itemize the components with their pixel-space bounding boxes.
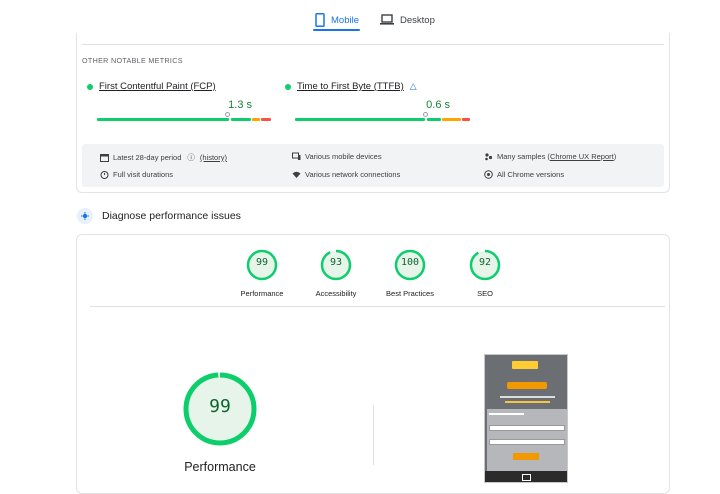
- samples-text: Many samples (: [497, 152, 550, 161]
- flask-icon: △: [409, 81, 417, 91]
- average-segment: [442, 118, 461, 121]
- users-icon: [485, 153, 493, 161]
- p75-marker: [225, 112, 230, 117]
- wifi-icon: [292, 171, 301, 178]
- poor-segment: [462, 118, 470, 121]
- thumbnail-text: [505, 401, 550, 403]
- thumbnail-button: [513, 453, 539, 460]
- smartphone-icon: [315, 13, 325, 27]
- devices-text: Various mobile devices: [305, 152, 382, 161]
- score-value: 100: [400, 257, 420, 268]
- lab-data-icon: [77, 208, 93, 224]
- pass-status-dot: [285, 83, 291, 90]
- tab-desktop-label: Desktop: [400, 14, 435, 26]
- info-period: Latest 28-day period ⓘ (history): [100, 152, 227, 163]
- diagnose-heading: Diagnose performance issues: [77, 208, 241, 224]
- info-chrome: All Chrome versions: [484, 170, 564, 179]
- score-label: Best Practices: [386, 289, 434, 298]
- tab-mobile-label: Mobile: [331, 14, 359, 26]
- metric-fcp-link[interactable]: First Contentful Paint (FCP): [99, 81, 216, 92]
- score-value: 92: [478, 257, 492, 268]
- metric-ttfb-link[interactable]: Time to First Byte (TTFB): [297, 81, 404, 92]
- visits-text: Full visit durations: [113, 170, 174, 179]
- page-screenshot-thumbnail: [484, 354, 568, 483]
- gauge-seo[interactable]: 92 SEO: [445, 248, 525, 298]
- good-segment: [97, 118, 229, 121]
- thumbnail-text: [500, 396, 555, 398]
- site-logo: [512, 361, 538, 369]
- metric-fcp: First Contentful Paint (FCP) 1.3 s: [87, 81, 271, 121]
- devices-icon: [292, 152, 301, 160]
- info-samples: Many samples (Chrome UX Report): [484, 152, 616, 161]
- laptop-icon: [380, 14, 394, 25]
- field-data-info: [82, 144, 664, 187]
- divider: [82, 44, 664, 45]
- p75-marker: [423, 112, 428, 117]
- contact-card-icon: [522, 474, 531, 481]
- thumbnail-select: [489, 425, 565, 431]
- network-text: Various network connections: [305, 170, 401, 179]
- divider: [90, 306, 665, 307]
- chrome-ux-report-link[interactable]: Chrome UX Report: [550, 152, 614, 161]
- thumbnail-button: [507, 382, 547, 389]
- history-link[interactable]: (history): [200, 153, 227, 162]
- performance-score-label: Performance: [184, 460, 256, 474]
- help-icon[interactable]: ⓘ: [187, 152, 195, 163]
- info-network: Various network connections: [292, 170, 400, 179]
- info-visits: Full visit durations: [100, 170, 173, 179]
- score-label: SEO: [477, 289, 493, 298]
- other-metrics-heading: OTHER NOTABLE METRICS: [82, 56, 183, 65]
- divider: [373, 405, 374, 465]
- metric-ttfb: Time to First Byte (TTFB) △ 0.6 s: [285, 81, 470, 121]
- metric-fcp-distribution-bar: [89, 112, 271, 121]
- good-segment-2: [231, 118, 251, 121]
- tab-desktop[interactable]: Desktop: [380, 8, 440, 32]
- calendar-icon: [100, 154, 109, 162]
- period-text: Latest 28-day period: [113, 153, 182, 162]
- score-label: Accessibility: [315, 289, 357, 298]
- metric-ttfb-distribution-bar: [287, 112, 470, 121]
- gauge-accessibility[interactable]: 93 Accessibility: [296, 248, 376, 298]
- chrome-text: All Chrome versions: [497, 170, 565, 179]
- chrome-icon: [484, 170, 493, 179]
- stopwatch-icon: [100, 171, 109, 179]
- thumbnail-select: [489, 439, 565, 445]
- info-devices: Various mobile devices: [292, 152, 382, 161]
- score-value: 99: [255, 257, 269, 268]
- score-label: Performance: [240, 289, 284, 298]
- performance-score-value: 99: [209, 396, 231, 417]
- good-segment-2: [427, 118, 441, 121]
- diagnose-title: Diagnose performance issues: [102, 210, 241, 222]
- gauge-best-practices[interactable]: 100 Best Practices: [370, 248, 450, 298]
- good-segment: [295, 118, 425, 121]
- pass-status-dot: [87, 83, 93, 90]
- samples-text-end: ): [613, 152, 617, 161]
- gauge-performance[interactable]: 99 Performance: [222, 248, 302, 298]
- metric-fcp-value: 1.3 s: [228, 99, 252, 111]
- metric-ttfb-value: 0.6 s: [426, 99, 450, 111]
- score-value: 93: [329, 257, 343, 268]
- thumbnail-text: [489, 413, 524, 415]
- average-segment: [252, 118, 260, 121]
- device-tabs: Mobile Desktop: [0, 0, 720, 33]
- active-tab-indicator: [313, 29, 360, 31]
- poor-segment: [261, 118, 271, 121]
